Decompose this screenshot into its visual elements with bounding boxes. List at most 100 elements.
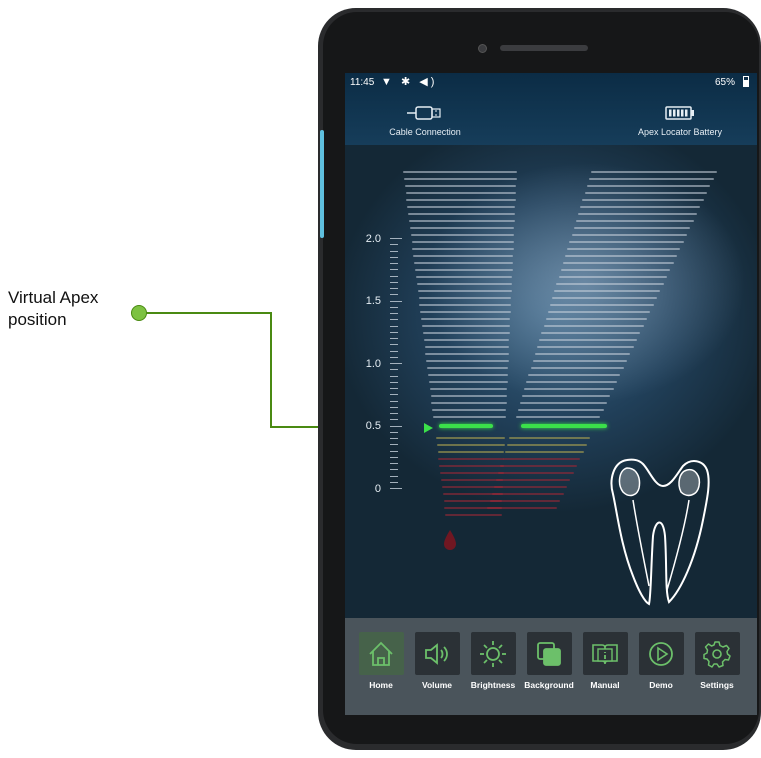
scale-minor-tick	[390, 331, 398, 333]
scale-minor-tick	[390, 381, 398, 383]
canal-bar-left	[411, 241, 514, 243]
volume-button[interactable]	[414, 632, 460, 675]
apex-locator-battery-indicator: Apex Locator Battery	[610, 105, 750, 137]
canal-bar-left	[440, 472, 504, 474]
toolbar-background[interactable]: Background	[524, 632, 574, 690]
scale-major-tick	[390, 363, 402, 364]
scale-major-tick	[390, 238, 402, 239]
scale-minor-tick	[390, 306, 398, 308]
scale-major-tick	[390, 300, 402, 302]
scale-minor-tick	[390, 281, 398, 283]
canal-bar-right	[530, 367, 624, 369]
app-screen: 11:45 ▼ ✱ ◀) 65% Cable Connection Apex L…	[345, 73, 757, 715]
scale-minor-tick	[390, 350, 398, 352]
scale-minor-tick	[390, 475, 398, 477]
canal-bar-right	[511, 430, 593, 432]
canal-bar-left	[428, 381, 508, 383]
toolbar-volume[interactable]: Volume	[412, 632, 462, 690]
canal-bar-right	[588, 178, 714, 180]
canal-bar-left	[425, 353, 509, 355]
scale-minor-tick	[390, 444, 398, 446]
background-icon	[537, 641, 561, 666]
toolbar-brightness[interactable]: Brightness	[468, 632, 518, 690]
virtual-apex-marker	[424, 423, 433, 433]
manual-button[interactable]	[582, 632, 628, 675]
canal-bar-right	[517, 409, 604, 411]
brightness-button[interactable]	[470, 632, 516, 675]
scale-minor-tick	[390, 338, 398, 339]
scale-minor-tick	[390, 288, 398, 289]
canal-bar-right	[496, 479, 571, 481]
tooth-illustration	[610, 458, 710, 606]
canal-bar-left	[438, 458, 505, 460]
cable-connection-indicator: Cable Connection	[365, 105, 485, 137]
canal-bar-right	[521, 395, 611, 397]
canal-bar-right	[519, 402, 607, 404]
scale-minor-tick	[390, 463, 398, 464]
toolbar-label-brightness: Brightness	[470, 680, 516, 690]
canal-bar-left	[406, 199, 516, 201]
canal-bar-right	[562, 262, 674, 264]
canal-bar-right	[534, 353, 631, 355]
canal-bar-left	[407, 206, 516, 208]
scale-label-1-0: 1.0	[365, 358, 381, 370]
home-button[interactable]	[358, 632, 404, 675]
toolbar-home[interactable]: Home	[356, 632, 406, 690]
scale-label-0-5: 0.5	[365, 420, 381, 432]
canal-bar-right	[547, 311, 651, 313]
status-battery-icon	[743, 76, 749, 87]
virtual-apex-callout-label: Virtual Apex position	[8, 287, 98, 331]
canal-bar-left	[419, 304, 512, 306]
canal-bar-left	[435, 437, 506, 439]
scale-minor-tick	[390, 263, 398, 264]
status-time: 11:45	[350, 77, 375, 88]
toolbar-label-home: Home	[369, 680, 393, 690]
scale-minor-tick	[390, 456, 398, 458]
scale-minor-tick	[390, 406, 398, 408]
bottom-toolbar: Home Volume Brightness Background Manual…	[345, 618, 757, 715]
canal-bar-left	[435, 430, 505, 432]
canal-bar-right	[489, 500, 561, 502]
canal-bar-right	[582, 199, 704, 201]
apex-bar-left	[439, 424, 493, 428]
scale-minor-tick	[390, 244, 398, 246]
canal-bar-left	[409, 227, 515, 229]
canal-bar-right	[509, 437, 591, 439]
cable-connection-label: Cable Connection	[389, 127, 461, 137]
canal-bar-right	[524, 388, 614, 390]
canal-bar-right	[545, 318, 647, 320]
canal-bar-right	[567, 248, 681, 250]
canal-bar-right	[526, 381, 617, 383]
canal-bar-left	[437, 451, 505, 453]
scale-minor-tick	[390, 375, 398, 377]
scale-major-tick	[390, 488, 402, 489]
demo-button[interactable]	[638, 632, 684, 675]
scale-minor-tick	[390, 438, 398, 439]
canal-bar-right	[575, 220, 694, 222]
background-button[interactable]	[526, 632, 572, 675]
toolbar-manual[interactable]: Manual	[580, 632, 630, 690]
canal-bar-right	[504, 451, 584, 453]
canal-bar-left	[427, 367, 509, 369]
canal-bar-left	[422, 332, 510, 334]
canal-bar-right	[586, 185, 711, 187]
canal-bar-left	[426, 360, 509, 362]
battery-icon	[665, 106, 694, 120]
callout-dot-start	[131, 305, 147, 321]
scale-minor-tick	[390, 325, 398, 327]
scale-major-tick	[390, 425, 402, 427]
scale-minor-tick	[390, 344, 398, 346]
canal-bar-left	[421, 325, 511, 327]
callout-label-line2: position	[8, 310, 67, 329]
canal-bar-left	[429, 388, 508, 390]
scale-minor-tick	[390, 394, 398, 396]
canal-bar-left	[416, 283, 512, 285]
settings-button[interactable]	[694, 632, 740, 675]
canal-bar-right	[565, 255, 677, 257]
scale-minor-tick	[390, 400, 398, 402]
toolbar-settings[interactable]: Settings	[692, 632, 742, 690]
canal-bar-right	[558, 276, 667, 278]
canal-bar-left	[404, 185, 517, 187]
toolbar-demo[interactable]: Demo	[636, 632, 686, 690]
volume-icon	[425, 642, 448, 665]
